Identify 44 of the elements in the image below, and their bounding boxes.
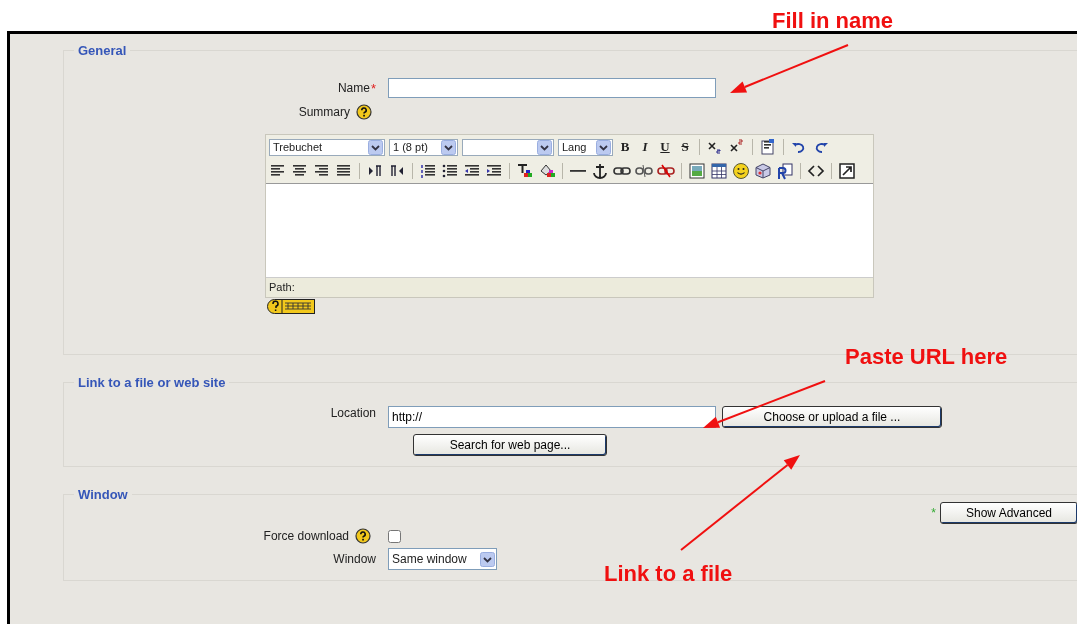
- no-link-icon[interactable]: [657, 162, 675, 180]
- keyboard-help-icon[interactable]: [267, 299, 315, 314]
- window-select[interactable]: Same window: [388, 548, 497, 570]
- fullscreen-icon[interactable]: [838, 162, 856, 180]
- force-download-checkbox[interactable]: [388, 529, 401, 543]
- annotation-label: Fill in name: [772, 8, 894, 34]
- location-input[interactable]: http://: [388, 406, 716, 428]
- smiley-icon[interactable]: [732, 162, 750, 180]
- cube-icon[interactable]: [754, 162, 772, 180]
- name-input[interactable]: [388, 78, 716, 98]
- bullet-list-icon[interactable]: [441, 162, 459, 180]
- section-title: Window: [77, 487, 129, 502]
- show-advanced-button[interactable]: Show Advanced: [940, 502, 1077, 524]
- bold-button[interactable]: B: [617, 139, 633, 155]
- help-icon[interactable]: [355, 528, 371, 544]
- paste-document-icon[interactable]: [759, 138, 777, 156]
- advanced-mark: *: [931, 506, 936, 520]
- field-label: Name: [337, 81, 370, 95]
- field-label: Force download: [263, 529, 349, 543]
- section-title: Link to a file or web site: [77, 375, 227, 390]
- numbered-list-icon[interactable]: [419, 162, 437, 180]
- annotation-label: Link to a file: [604, 561, 733, 587]
- language-select[interactable]: Lang: [558, 138, 613, 156]
- strikethrough-button[interactable]: S: [677, 139, 693, 155]
- choose-file-button[interactable]: Choose or upload a file ...: [722, 406, 942, 428]
- search-web-button[interactable]: Search for web page...: [413, 434, 607, 456]
- text-color-icon[interactable]: [516, 162, 534, 180]
- help-icon[interactable]: [356, 104, 372, 120]
- path-label: Path:: [269, 281, 295, 293]
- section-title: General: [77, 43, 128, 58]
- field-label: Summary: [298, 105, 350, 119]
- table-icon[interactable]: [710, 162, 728, 180]
- field-label: Location: [330, 406, 376, 420]
- anchor-icon[interactable]: [591, 162, 609, 180]
- font-select[interactable]: Trebuchet: [269, 138, 385, 156]
- search-replace-icon[interactable]: [776, 162, 794, 180]
- fill-color-icon[interactable]: [538, 162, 556, 180]
- italic-button[interactable]: I: [637, 139, 653, 155]
- field-label: Window: [333, 552, 376, 566]
- unlink-icon[interactable]: [635, 162, 653, 180]
- annotation-label: Paste URL here: [845, 344, 1008, 370]
- required-mark: *: [370, 80, 376, 96]
- size-select[interactable]: 1 (8 pt): [389, 138, 458, 156]
- underline-button[interactable]: U: [657, 139, 673, 155]
